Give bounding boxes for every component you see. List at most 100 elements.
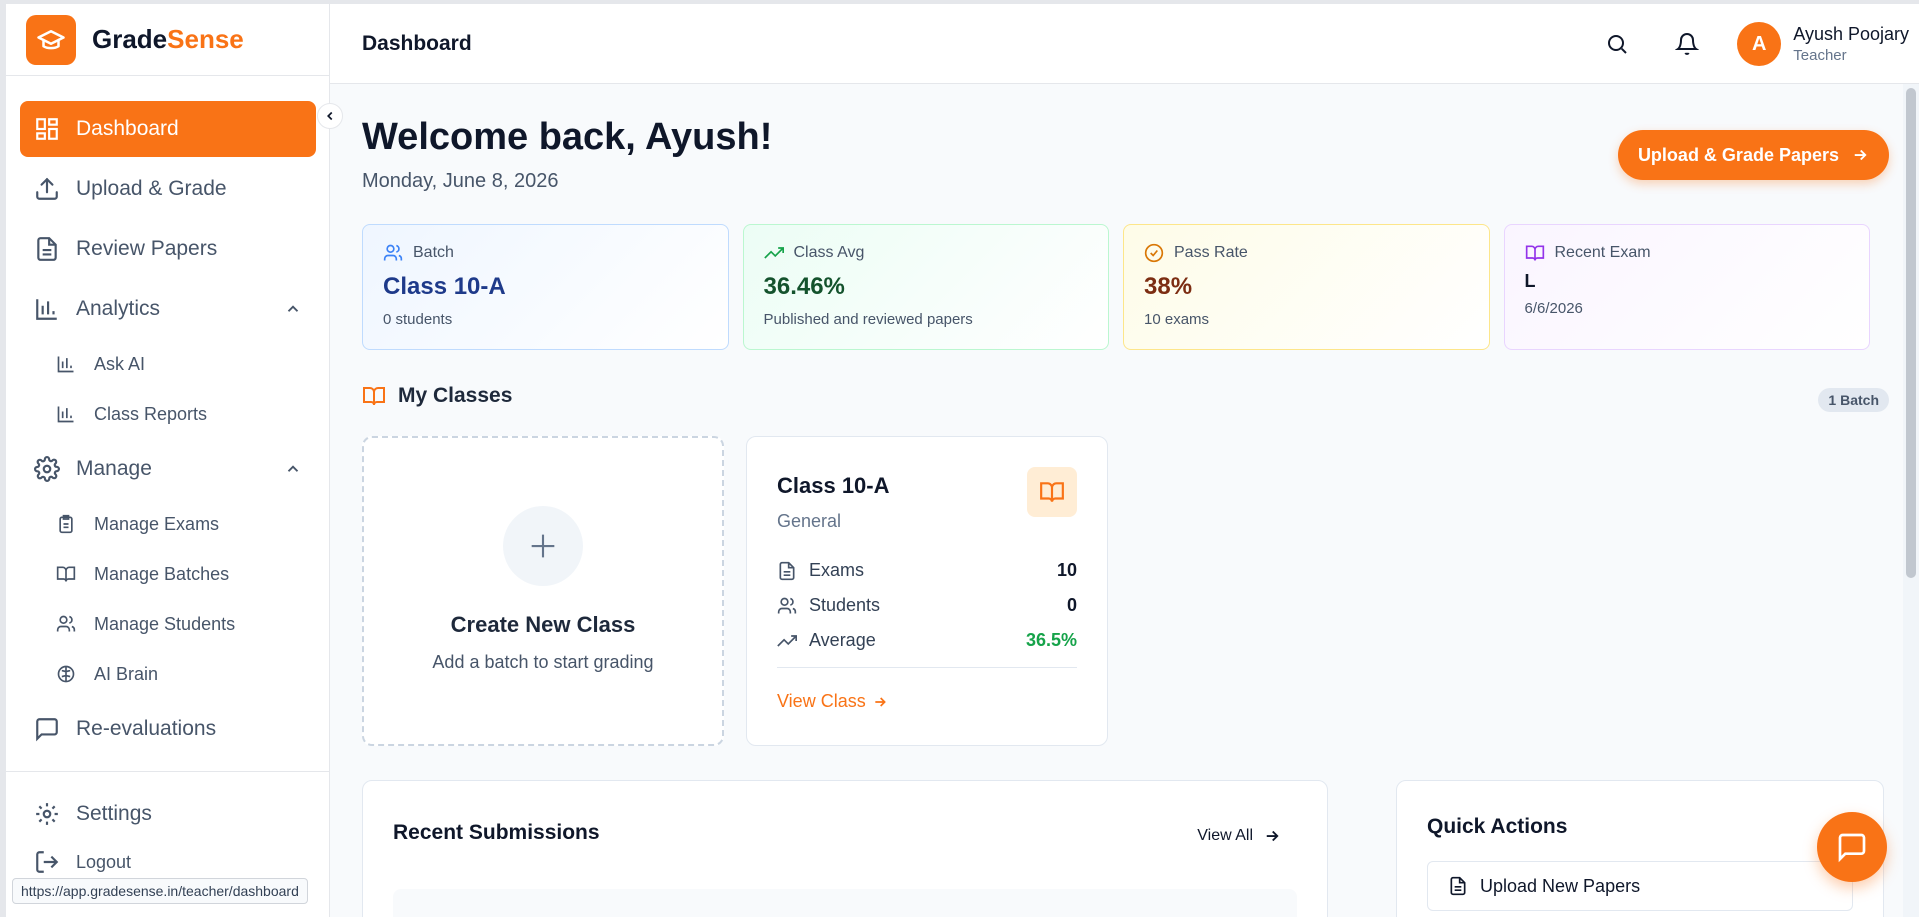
stat-label: Class Avg: [763, 243, 1089, 263]
book-icon: [1525, 245, 1544, 261]
my-classes-heading: My Classes: [362, 384, 512, 408]
main-scrollbar[interactable]: [1903, 84, 1919, 917]
sidebar-item-ask-ai[interactable]: Ask AI: [20, 341, 316, 387]
stat-value: Class 10-A: [383, 273, 506, 300]
class-stat-value: 10: [1056, 560, 1077, 580]
sidebar-item-class-reports[interactable]: Class Reports: [20, 391, 316, 437]
book-icon: [56, 566, 76, 582]
clipboard-icon: [59, 514, 73, 534]
button-label: Upload & Grade Papers: [1637, 144, 1839, 165]
chat-button[interactable]: [1817, 812, 1887, 882]
divider: [777, 667, 1077, 668]
sidebar-item-manage-batches[interactable]: Manage Batches: [20, 551, 316, 597]
dashboard-icon: [36, 118, 58, 140]
class-stat-value: 0: [1066, 595, 1077, 615]
current-date: Monday, June 8, 2026: [362, 170, 559, 192]
create-class-card[interactable]: Create New Class Add a batch to start gr…: [362, 436, 724, 746]
submission-row[interactable]: [393, 889, 1297, 917]
sidebar-collapse-button[interactable]: [317, 103, 343, 129]
stat-label-text: Recent Exam: [1554, 244, 1651, 261]
upload-grade-papers-button[interactable]: Upload & Grade Papers: [1617, 130, 1889, 180]
chevron-up-icon[interactable]: [284, 460, 302, 478]
trending-up-icon: [763, 247, 784, 259]
user-role: Teacher: [1793, 47, 1847, 64]
search-icon: [1608, 35, 1627, 54]
plus-icon: [503, 506, 583, 586]
sidebar-item-settings[interactable]: Settings: [20, 786, 316, 842]
sidebar-item-label: Settings: [76, 802, 152, 825]
section-title-text: My Classes: [398, 384, 513, 407]
class-stats: Exams 10 Students 0 Average 36.5%: [777, 553, 1077, 658]
sidebar-item-manage-exams[interactable]: Manage Exams: [20, 501, 316, 547]
class-subject: General: [777, 511, 842, 531]
sidebar: GradeSense Dashboard Upload & Grade Revi…: [6, 4, 330, 917]
brand-name-part2: Sense: [167, 24, 244, 54]
gear-icon: [34, 456, 60, 482]
graduation-cap-icon: [26, 14, 76, 65]
class-stat-average: Average 36.5%: [777, 623, 1077, 658]
stat-card-pass-rate[interactable]: Pass Rate 38% 10 exams: [1123, 224, 1490, 350]
stat-label: Pass Rate: [1144, 243, 1469, 263]
user-menu[interactable]: Ayush Poojary Teacher: [1793, 24, 1909, 64]
sidebar-item-label: Manage Exams: [94, 513, 220, 534]
button-label: Upload New Papers: [1480, 875, 1641, 896]
sidebar-item-logout[interactable]: Logout: [20, 842, 316, 882]
sidebar-item-manage-students[interactable]: Manage Students: [20, 601, 316, 647]
sidebar-item-re-evaluations[interactable]: Re-evaluations: [20, 701, 316, 757]
logout-icon: [36, 851, 59, 873]
link-label: View Class: [777, 691, 866, 711]
chevron-left-icon: [327, 111, 333, 121]
sidebar-item-label: Analytics: [76, 297, 161, 320]
check-circle-icon: [1144, 243, 1164, 263]
class-card[interactable]: Class 10-A General Exams 10 Students 0 A…: [746, 436, 1108, 746]
sidebar-item-analytics[interactable]: Analytics: [20, 281, 316, 337]
bar-chart-icon: [57, 356, 74, 373]
stat-card-recent-exam[interactable]: Recent Exam L 6/6/2026: [1503, 224, 1870, 350]
users-icon: [777, 597, 797, 613]
document-icon: [779, 561, 795, 580]
scrollbar-thumb[interactable]: [1906, 88, 1916, 578]
upload-new-papers-button[interactable]: Upload New Papers: [1427, 861, 1853, 911]
chevron-up-icon[interactable]: [284, 300, 302, 318]
brand-name-part1: Grade: [92, 24, 168, 54]
sidebar-item-dashboard[interactable]: Dashboard: [20, 101, 316, 157]
brand[interactable]: GradeSense: [6, 4, 329, 76]
stat-sub: 6/6/2026: [1524, 300, 1583, 317]
avatar[interactable]: A: [1737, 22, 1782, 66]
sidebar-item-upload-grade[interactable]: Upload & Grade: [20, 161, 316, 217]
header-actions: A Ayush Poojary Teacher: [1597, 4, 1919, 84]
stat-card-batch[interactable]: Batch Class 10-A 0 students: [362, 224, 729, 350]
arrow-right-icon: [1266, 830, 1279, 842]
brand-name: GradeSense: [92, 24, 244, 55]
stat-card-class-avg[interactable]: Class Avg 36.46% Published and reviewed …: [742, 224, 1109, 350]
brain-icon: [57, 665, 75, 683]
sidebar-item-manage[interactable]: Manage: [20, 441, 316, 497]
view-all-button[interactable]: View All: [1197, 827, 1281, 845]
stat-label-text: Class Avg: [793, 244, 865, 261]
users-icon: [56, 615, 76, 632]
recent-submissions-title: Recent Submissions: [393, 821, 600, 844]
bell-icon: [1675, 33, 1700, 55]
sidebar-item-label: AI Brain: [94, 663, 159, 684]
class-stat-exams: Exams 10: [777, 553, 1077, 588]
sidebar-item-label: Manage Students: [94, 613, 236, 634]
book-icon: [1027, 467, 1077, 517]
sidebar-item-ai-brain[interactable]: AI Brain: [20, 651, 316, 697]
stat-value: 36.46%: [763, 273, 845, 300]
sidebar-item-label: Review Papers: [76, 237, 218, 260]
sidebar-item-label: Class Reports: [94, 403, 208, 424]
sidebar-item-label: Dashboard: [76, 117, 179, 140]
sidebar-item-label: Manage Batches: [94, 563, 230, 584]
search-button[interactable]: [1597, 24, 1637, 64]
sidebar-nav: Dashboard Upload & Grade Review Papers A…: [20, 101, 316, 761]
notifications-button[interactable]: [1667, 24, 1707, 64]
class-name: Class 10-A: [777, 473, 890, 498]
sidebar-item-review-papers[interactable]: Review Papers: [20, 221, 316, 277]
stat-sub: Published and reviewed papers: [763, 311, 973, 328]
class-stat-label: Average: [809, 630, 876, 650]
view-class-link[interactable]: View Class: [777, 691, 888, 712]
quick-actions-panel: Quick Actions Upload New Papers: [1396, 780, 1884, 917]
gear-icon: [36, 803, 58, 825]
user-name: Ayush Poojary: [1793, 24, 1909, 44]
stat-value: L: [1524, 271, 1536, 291]
